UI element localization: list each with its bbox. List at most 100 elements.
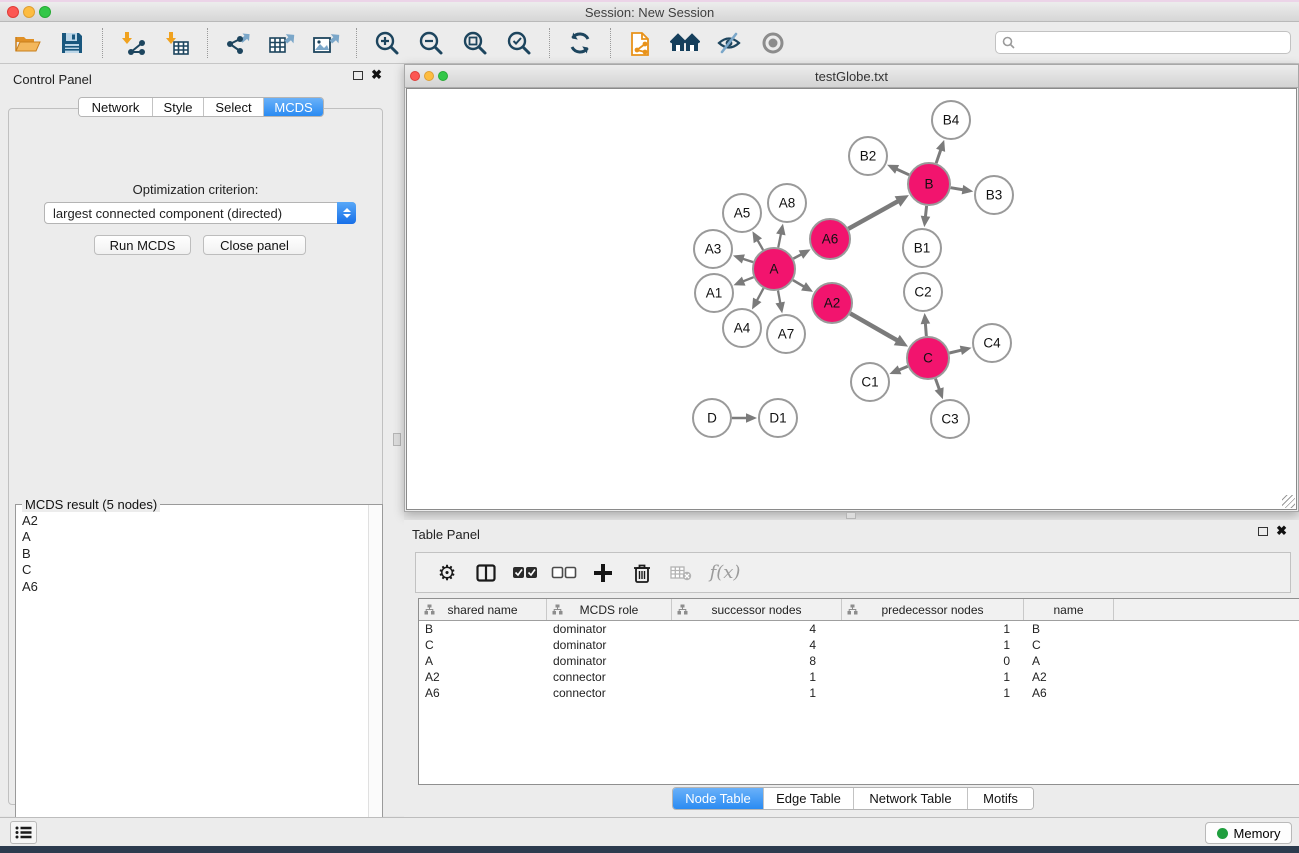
graph-edge-A-A2[interactable]: [793, 280, 813, 292]
apply-layout-button[interactable]: [562, 26, 598, 60]
graph-node-A2[interactable]: A2: [812, 283, 852, 323]
table-row[interactable]: A2connector11A2: [419, 669, 1299, 685]
horizontal-splitter-grip[interactable]: [846, 512, 856, 519]
run-mcds-button[interactable]: Run MCDS: [94, 235, 191, 255]
import-network-button[interactable]: [115, 26, 151, 60]
show-all-button[interactable]: [755, 26, 791, 60]
graph-node-A1[interactable]: A1: [695, 274, 733, 312]
graph-node-A3[interactable]: A3: [694, 230, 732, 268]
zoom-in-button[interactable]: [369, 26, 405, 60]
graph-edge-C-C3[interactable]: [935, 379, 944, 400]
graph-edge-A-A1[interactable]: [733, 277, 753, 286]
tab-node-table[interactable]: Node Table: [673, 788, 764, 809]
graph-node-C4[interactable]: C4: [973, 324, 1011, 362]
tab-network-table[interactable]: Network Table: [854, 788, 968, 809]
delete-table-button[interactable]: [664, 557, 698, 589]
graph-node-A[interactable]: A: [753, 248, 795, 290]
new-network-from-selection-button[interactable]: [623, 26, 659, 60]
tab-style[interactable]: Style: [153, 98, 204, 116]
graph-edge-A-A8[interactable]: [776, 224, 785, 248]
column-header-MCDS role[interactable]: MCDS role: [547, 599, 672, 620]
task-history-button[interactable]: [10, 821, 37, 844]
graph-node-A5[interactable]: A5: [723, 194, 761, 232]
graph-edge-A-A6[interactable]: [793, 249, 810, 258]
tab-mcds[interactable]: MCDS: [264, 98, 323, 116]
tab-network[interactable]: Network: [79, 98, 153, 116]
graph-edge-A-A3[interactable]: [733, 254, 753, 263]
graph-edge-B-B1[interactable]: [921, 206, 931, 227]
graph-edge-C-C4[interactable]: [949, 346, 971, 355]
graph-node-A7[interactable]: A7: [767, 315, 805, 353]
column-header-predecessor nodes[interactable]: predecessor nodes: [842, 599, 1024, 620]
tab-edge-table[interactable]: Edge Table: [764, 788, 854, 809]
graph-node-A8[interactable]: A8: [768, 184, 806, 222]
vertical-splitter[interactable]: [390, 64, 404, 816]
table-mode-button[interactable]: ⚙: [430, 557, 464, 589]
graph-node-B3[interactable]: B3: [975, 176, 1013, 214]
optimization-select[interactable]: largest connected component (directed): [44, 202, 356, 224]
mcds-result-item[interactable]: A: [16, 529, 367, 545]
delete-columns-button[interactable]: [625, 557, 659, 589]
zoom-fit-button[interactable]: [457, 26, 493, 60]
table-row[interactable]: Cdominator41C: [419, 637, 1299, 653]
table-row[interactable]: A6connector11A6: [419, 685, 1299, 701]
import-table-button[interactable]: [159, 26, 195, 60]
graph-edge-B-B2[interactable]: [887, 165, 909, 175]
graph-node-C[interactable]: C: [907, 337, 949, 379]
graph-node-B1[interactable]: B1: [903, 229, 941, 267]
open-session-button[interactable]: [10, 26, 46, 60]
graph-edge-A-A5[interactable]: [752, 231, 763, 250]
graph-edge-A-A4[interactable]: [752, 288, 763, 309]
float-table-panel-icon[interactable]: [1258, 527, 1268, 536]
graph-edge-C-C1[interactable]: [889, 365, 907, 374]
table-row[interactable]: Bdominator41B: [419, 621, 1299, 637]
tab-select[interactable]: Select: [204, 98, 264, 116]
export-image-button[interactable]: [308, 26, 344, 60]
close-panel-icon[interactable]: ✖: [371, 70, 382, 80]
close-table-panel-icon[interactable]: ✖: [1276, 526, 1287, 536]
graph-edge-A2-C[interactable]: [850, 313, 908, 346]
table-row[interactable]: Adominator80A: [419, 653, 1299, 669]
column-header-shared name[interactable]: shared name: [419, 599, 547, 620]
close-panel-button[interactable]: Close panel: [203, 235, 306, 255]
mcds-result-item[interactable]: A2: [16, 513, 367, 529]
tab-motifs[interactable]: Motifs: [968, 788, 1033, 809]
network-canvas[interactable]: A A1 A2 A3 A4 A5 A6 A7 A8 B B1 B2 B3B4 C C1 C2 C3C4 D D1: [406, 88, 1297, 510]
function-builder-button[interactable]: f(x): [703, 557, 747, 589]
graph-node-B2[interactable]: B2: [849, 137, 887, 175]
export-table-button[interactable]: [264, 26, 300, 60]
graph-node-C2[interactable]: C2: [904, 273, 942, 311]
window-resize-grip[interactable]: [1282, 495, 1295, 508]
graph-edge-B-B3[interactable]: [951, 185, 974, 194]
graph-edge-B-B4[interactable]: [936, 140, 945, 163]
mcds-result-item[interactable]: C: [16, 562, 367, 578]
graph-edge-C-C2[interactable]: [921, 313, 931, 336]
graph-node-D1[interactable]: D1: [759, 399, 797, 437]
graph-node-A6[interactable]: A6: [810, 219, 850, 259]
export-network-button[interactable]: [220, 26, 256, 60]
hide-selected-button[interactable]: [711, 26, 747, 60]
zoom-selected-button[interactable]: [501, 26, 537, 60]
select-all-button[interactable]: [508, 557, 542, 589]
float-panel-icon[interactable]: [353, 71, 363, 80]
memory-button[interactable]: Memory: [1205, 822, 1292, 844]
create-column-button[interactable]: [586, 557, 620, 589]
splitter-grip[interactable]: [393, 433, 401, 446]
column-header-successor nodes[interactable]: successor nodes: [672, 599, 842, 620]
graph-edge-A6-B[interactable]: [848, 195, 909, 229]
unselect-all-button[interactable]: [547, 557, 581, 589]
search-field[interactable]: [995, 31, 1291, 54]
graph-node-B4[interactable]: B4: [932, 101, 970, 139]
save-session-button[interactable]: [54, 26, 90, 60]
first-neighbors-button[interactable]: [667, 26, 703, 60]
graph-edge-A-A7[interactable]: [775, 291, 784, 314]
column-header-name[interactable]: name: [1024, 599, 1114, 620]
mcds-result-item[interactable]: A6: [16, 579, 367, 595]
graph-node-D[interactable]: D: [693, 399, 731, 437]
graph-node-B[interactable]: B: [908, 163, 950, 205]
graph-node-C3[interactable]: C3: [931, 400, 969, 438]
graph-edge-D-D1[interactable]: [732, 413, 757, 423]
search-input[interactable]: [1019, 36, 1284, 50]
graph-node-C1[interactable]: C1: [851, 363, 889, 401]
graph-node-A4[interactable]: A4: [723, 309, 761, 347]
